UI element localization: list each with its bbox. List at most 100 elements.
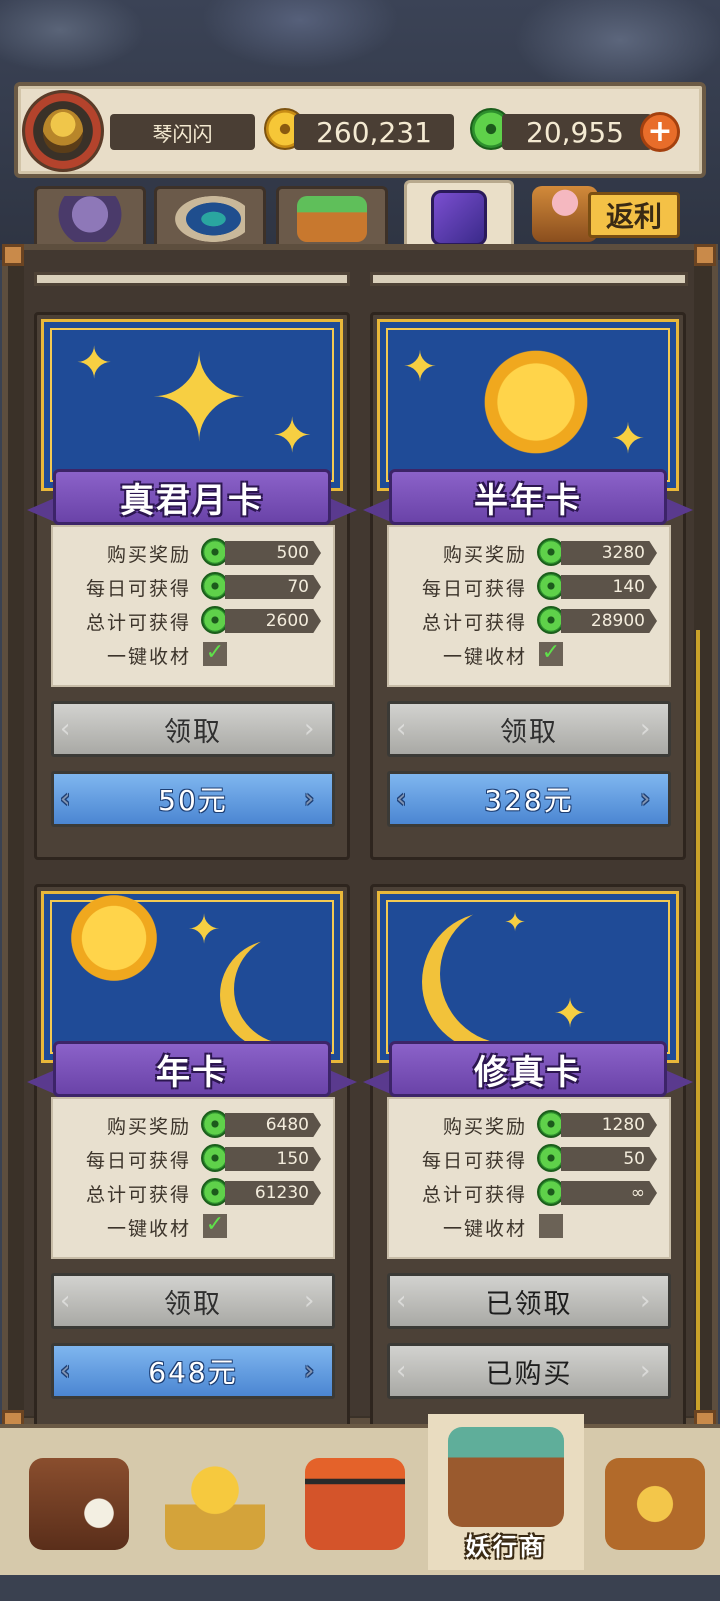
buy-button[interactable]: ‹ 328元 › xyxy=(387,771,671,827)
auto-collect-row: 一键收材 xyxy=(389,1211,673,1241)
card-title: 年卡 xyxy=(53,1041,331,1097)
nav-item-gate[interactable] xyxy=(290,1442,420,1566)
reward-row: 总计可获得 61230 xyxy=(53,1177,337,1207)
ornate-book-icon xyxy=(605,1458,705,1550)
sun-icon xyxy=(64,894,164,988)
golden-star-trophy-icon xyxy=(165,1458,265,1550)
nav-item-merchant[interactable]: 妖行商 xyxy=(428,1414,584,1570)
card-title-ribbon: 修真卡 xyxy=(363,1037,693,1105)
card-monthly: ✦ ✦ ✦ 真君月卡 购买奖励 500 每日可获得 70 总计可获得 2600 … xyxy=(27,312,357,860)
checkbox-unchecked-icon xyxy=(539,1214,563,1238)
chevron-right-icon: › xyxy=(640,1356,653,1386)
chevron-left-icon: ‹ xyxy=(396,714,409,744)
jade-amount: 20,955 xyxy=(502,114,652,150)
avatar-character-icon xyxy=(43,109,83,153)
previous-card-edge xyxy=(34,272,350,286)
nav-item-chest[interactable] xyxy=(14,1442,144,1566)
reward-row: 总计可获得 2600 xyxy=(53,605,337,635)
purchased-button[interactable]: ‹ 已购买 › xyxy=(387,1343,671,1399)
player-name: 琴闪闪 xyxy=(110,114,255,150)
tab-card[interactable] xyxy=(404,180,514,252)
card-title: 半年卡 xyxy=(389,469,667,525)
crescent-moon-icon xyxy=(234,934,340,1044)
reward-row: 总计可获得 ∞ xyxy=(389,1177,673,1207)
rebate-label: 返利 xyxy=(588,192,680,238)
star-icon: ✦ xyxy=(148,330,250,469)
claimed-button[interactable]: ‹ 已领取 › xyxy=(387,1273,671,1329)
card-title-ribbon: 年卡 xyxy=(27,1037,357,1105)
card-half-year: ✦ ✦ 半年卡 购买奖励 3280 每日可获得 140 总计可获得 28900 … xyxy=(363,312,693,860)
tab-coin-chest[interactable] xyxy=(276,186,388,248)
claim-button[interactable]: ‹ 领取 › xyxy=(51,1273,335,1329)
demon-gate-icon xyxy=(305,1458,405,1550)
auto-collect-row: 一键收材 ✓ xyxy=(53,1211,337,1241)
star-icon: ✦ xyxy=(75,338,113,389)
checkbox-checked-icon: ✓ xyxy=(203,1214,227,1238)
auto-collect-row: 一键收材 ✓ xyxy=(389,639,673,669)
rebate-button[interactable]: 返利 xyxy=(532,186,682,242)
card-cultivation: ✦ ✦ 修真卡 购买奖励 1280 每日可获得 50 总计可获得 ∞ 一键收材 … xyxy=(363,884,693,1432)
sun-icon xyxy=(476,342,596,462)
buy-button[interactable]: ‹ 648元 › xyxy=(51,1343,335,1399)
chevron-right-icon: › xyxy=(304,1286,317,1316)
card-rewards: 购买奖励 500 每日可获得 70 总计可获得 2600 一键收材 ✓ xyxy=(51,525,335,687)
chevron-right-icon: › xyxy=(304,1356,317,1386)
checkbox-checked-icon: ✓ xyxy=(203,642,227,666)
claim-button[interactable]: ‹ 领取 › xyxy=(387,701,671,757)
star-icon: ✦ xyxy=(187,907,221,953)
buy-button[interactable]: ‹ 50元 › xyxy=(51,771,335,827)
star-icon: ✦ xyxy=(272,408,313,464)
jade-coin-icon xyxy=(537,572,565,600)
jade-coin-icon xyxy=(537,538,565,566)
demon-icon xyxy=(55,195,125,242)
reward-row: 购买奖励 6480 xyxy=(53,1109,337,1139)
auto-collect-row: 一键收材 ✓ xyxy=(53,639,337,669)
chevron-right-icon: › xyxy=(304,714,317,744)
chevron-left-icon: ‹ xyxy=(60,784,73,814)
card-title-ribbon: 半年卡 xyxy=(363,465,693,533)
star-icon: ✦ xyxy=(402,342,438,391)
star-icon: ✦ xyxy=(610,414,646,463)
star-icon: ✦ xyxy=(553,991,587,1037)
checkbox-checked-icon: ✓ xyxy=(539,642,563,666)
chevron-left-icon: ‹ xyxy=(60,1286,73,1316)
gold-amount: 260,231 xyxy=(294,114,454,150)
jade-coin-icon xyxy=(537,606,565,634)
nav-label: 妖行商 xyxy=(465,1533,547,1561)
coin-chest-icon xyxy=(297,195,367,242)
chevron-right-icon: › xyxy=(640,784,653,814)
previous-card-edge xyxy=(370,272,688,286)
chevron-left-icon: ‹ xyxy=(396,1356,409,1386)
claim-button[interactable]: ‹ 领取 › xyxy=(51,701,335,757)
add-jade-button[interactable]: + xyxy=(640,112,680,152)
card-title: 真君月卡 xyxy=(53,469,331,525)
jade-coin-icon xyxy=(201,1110,229,1138)
card-title-ribbon: 真君月卡 xyxy=(27,465,357,533)
panel-corner-ornament xyxy=(2,244,24,266)
reward-row: 购买奖励 1280 xyxy=(389,1109,673,1139)
card-annual: ✦ 年卡 购买奖励 6480 每日可获得 150 总计可获得 61230 一键收… xyxy=(27,884,357,1432)
chevron-right-icon: › xyxy=(640,1286,653,1316)
card-rewards: 购买奖励 1280 每日可获得 50 总计可获得 ∞ 一键收材 xyxy=(387,1097,671,1259)
reward-row: 每日可获得 150 xyxy=(53,1143,337,1173)
treasure-chest-clock-icon xyxy=(29,1458,129,1550)
player-avatar[interactable] xyxy=(22,90,104,172)
nav-item-trophy[interactable] xyxy=(150,1442,280,1566)
reward-row: 每日可获得 50 xyxy=(389,1143,673,1173)
merchant-stall-icon xyxy=(448,1427,564,1527)
chevron-left-icon: ‹ xyxy=(60,714,73,744)
chevron-left-icon: ‹ xyxy=(60,1356,73,1386)
reward-row: 每日可获得 140 xyxy=(389,571,673,601)
reward-row: 总计可获得 28900 xyxy=(389,605,673,635)
jade-coin-icon xyxy=(537,1110,565,1138)
tab-monster[interactable] xyxy=(34,186,146,248)
nav-item-book[interactable] xyxy=(590,1442,720,1566)
jade-coin-icon xyxy=(201,1144,229,1172)
reward-row: 购买奖励 500 xyxy=(53,537,337,567)
tab-feather[interactable] xyxy=(154,186,266,248)
chevron-left-icon: ‹ xyxy=(396,1286,409,1316)
chevron-left-icon: ‹ xyxy=(396,784,409,814)
scrollbar[interactable] xyxy=(696,630,700,1410)
moon-card-icon xyxy=(431,189,487,246)
panel-corner-ornament xyxy=(694,244,716,266)
